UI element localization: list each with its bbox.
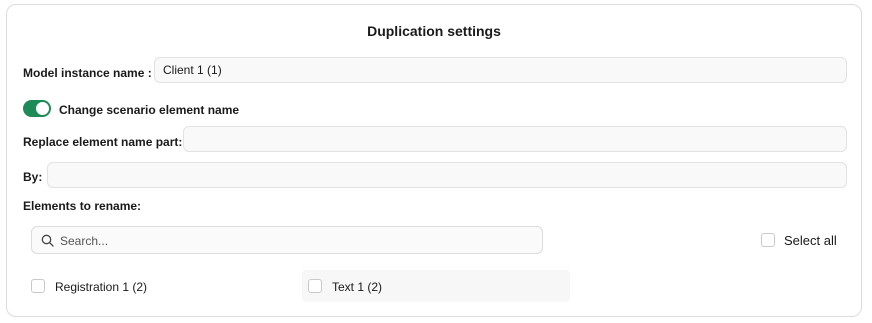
- search-placeholder: Search...: [60, 234, 109, 248]
- search-input[interactable]: Search...: [31, 226, 543, 254]
- item-checkbox-text[interactable]: [308, 279, 322, 293]
- by-label: By:: [23, 170, 43, 184]
- model-instance-label: Model instance name :: [23, 66, 152, 80]
- item-checkbox-registration[interactable]: [31, 279, 45, 293]
- elements-to-rename-label: Elements to rename:: [23, 199, 142, 213]
- item-label-registration: Registration 1 (2): [55, 280, 148, 294]
- change-name-toggle[interactable]: [23, 100, 51, 117]
- dialog-title: Duplication settings: [367, 23, 501, 39]
- duplication-settings-panel: Duplication settings Model instance name…: [6, 4, 862, 317]
- search-icon: [41, 234, 54, 247]
- select-all-checkbox[interactable]: [761, 233, 775, 247]
- replace-label: Replace element name part:: [23, 135, 183, 149]
- toggle-knob: [36, 102, 49, 115]
- change-name-label: Change scenario element name: [59, 103, 240, 117]
- by-field[interactable]: [47, 162, 847, 188]
- select-all-label: Select all: [784, 233, 837, 248]
- replace-field[interactable]: [183, 126, 847, 152]
- item-label-text: Text 1 (2): [332, 280, 383, 294]
- model-instance-field[interactable]: Client 1 (1): [154, 57, 847, 83]
